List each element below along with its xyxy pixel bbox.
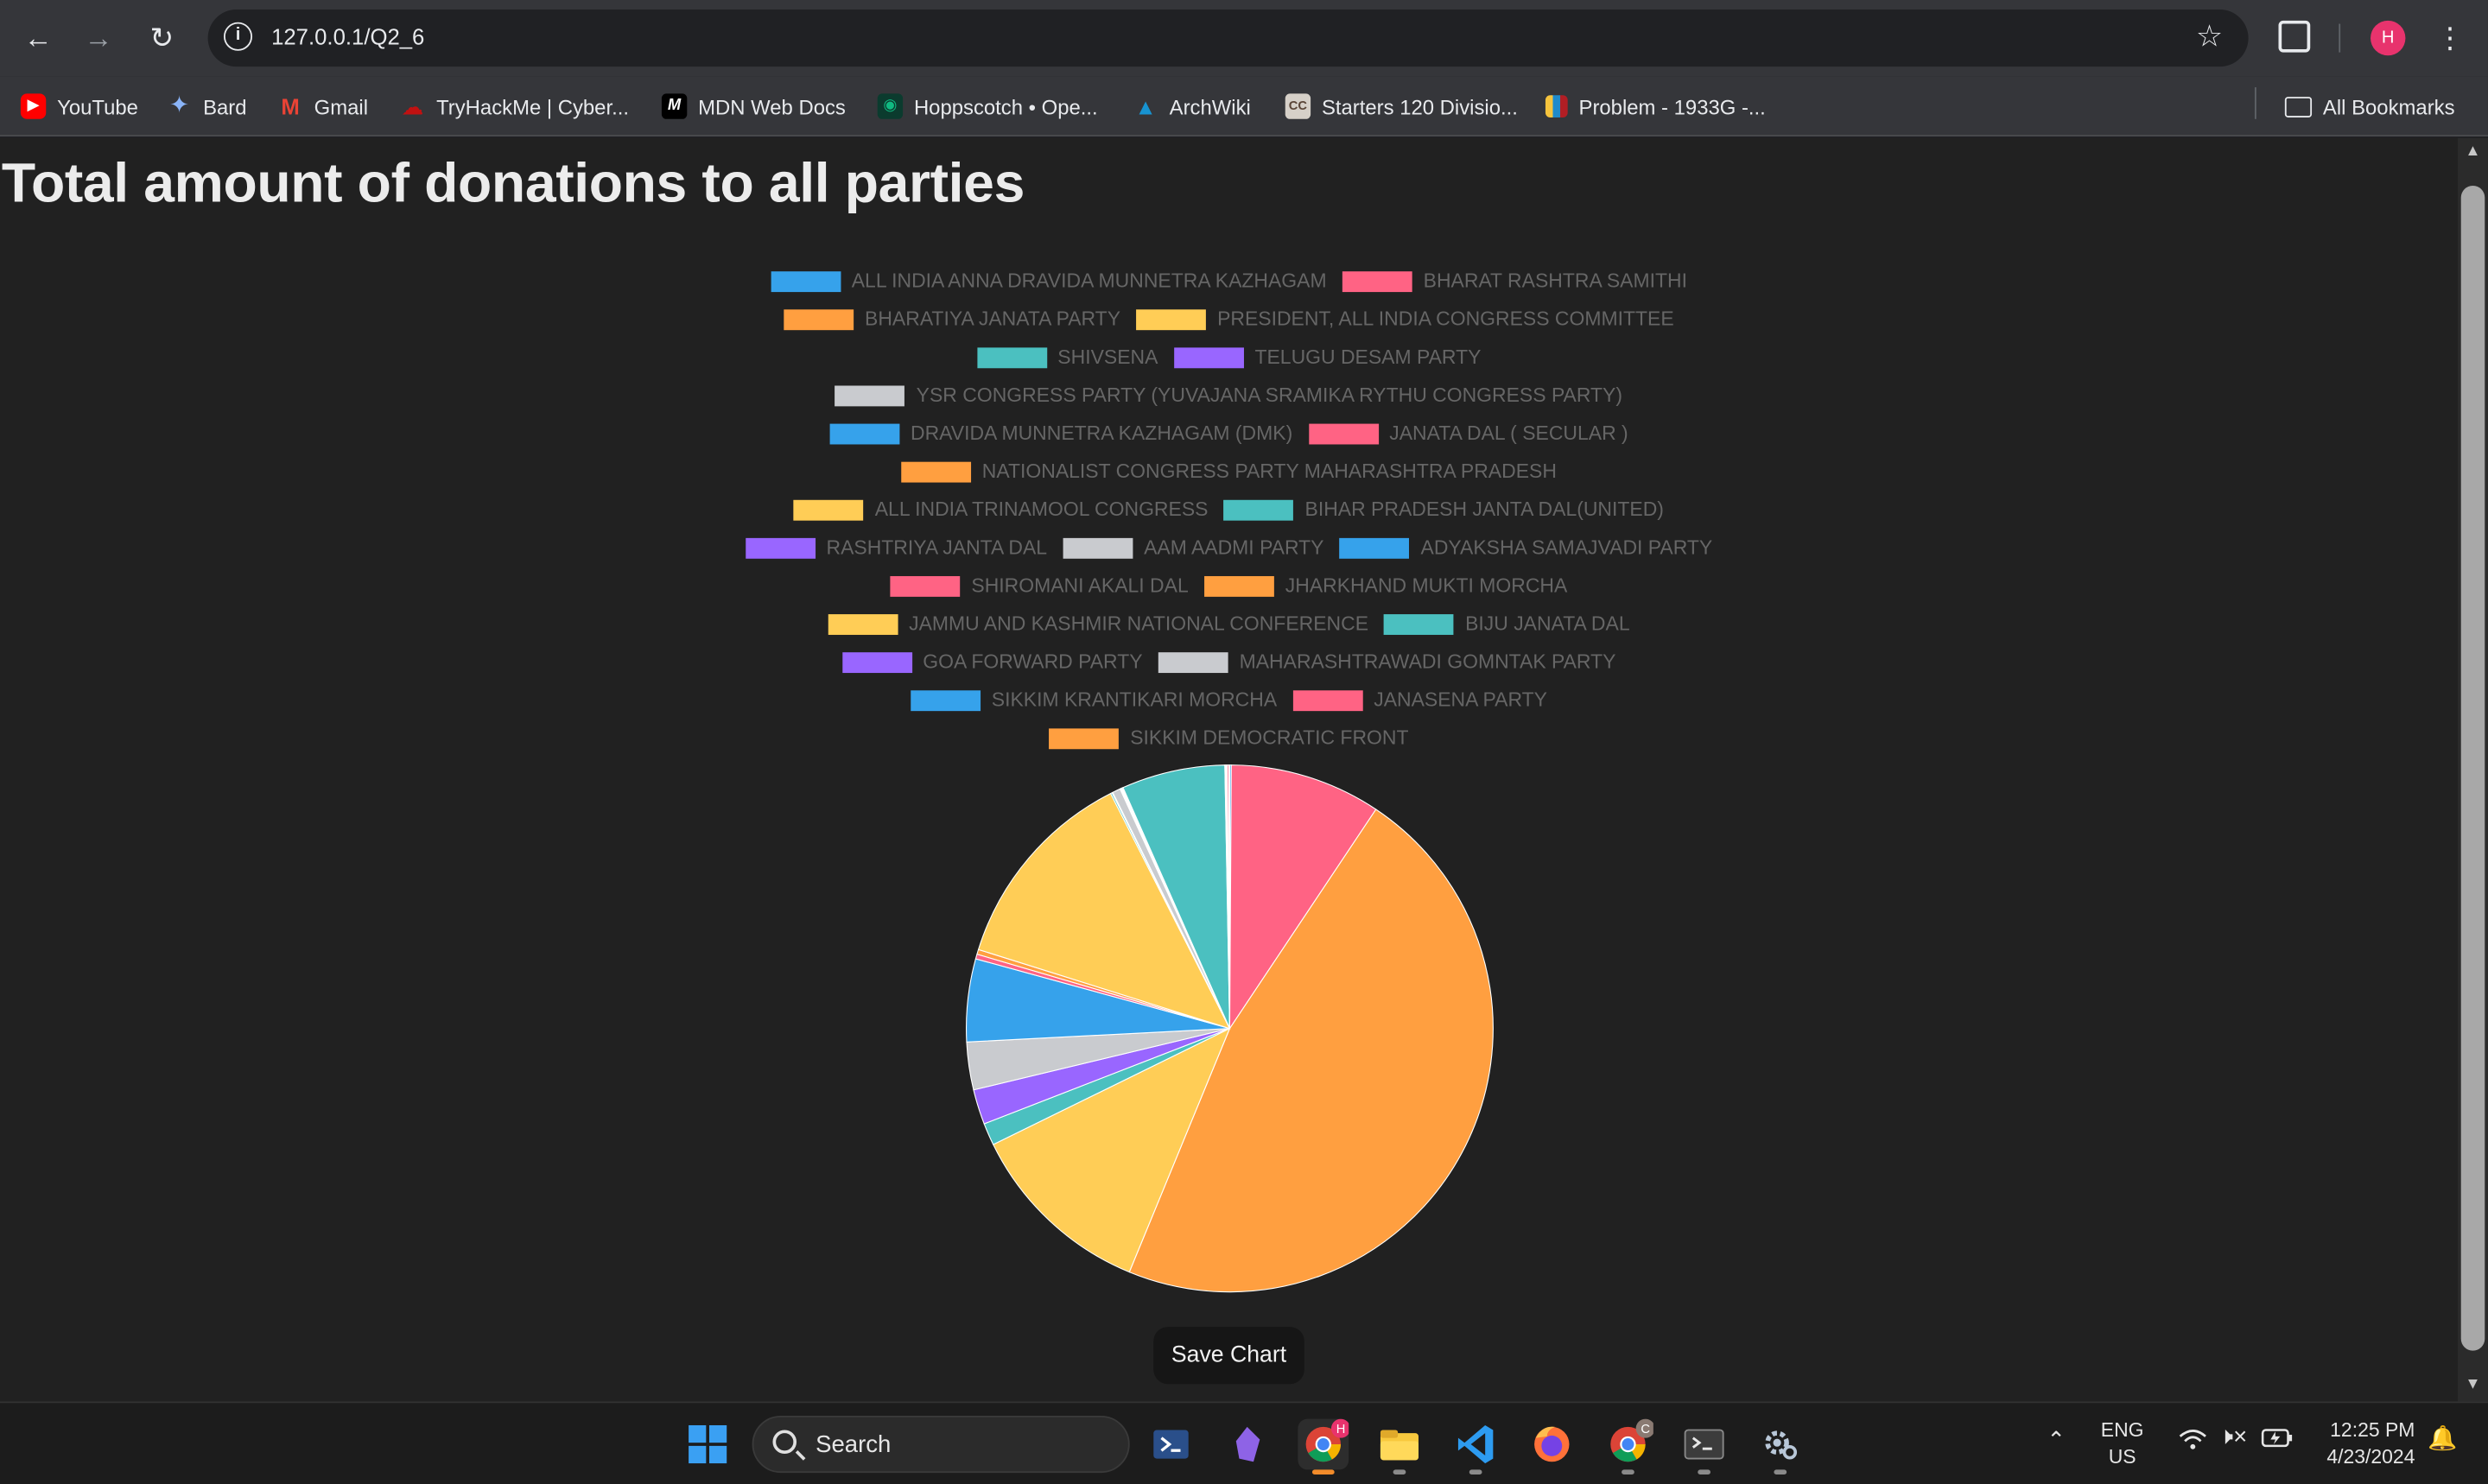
toolbar-divider — [2339, 23, 2341, 53]
bookmark-gmail[interactable]: M Gmail — [277, 91, 368, 123]
browser-toolbar: ← → ↻ i 127.0.0.1/Q2_6 ☆ H ⋮ — [0, 0, 2488, 77]
mdn-icon: M — [661, 93, 688, 119]
clock-date: 4/23/2024 — [2326, 1445, 2415, 1468]
running-app-indicator — [1622, 1469, 1634, 1474]
svg-text:C: C — [1641, 1423, 1650, 1436]
page-content: Total amount of donations to all parties… — [0, 137, 2459, 1402]
bookmarks-bar: ▶ YouTube ✦ Bard M Gmail ☁ TryHackMe | Cyber… — [0, 76, 2488, 137]
chrome-profile-c-icon[interactable]: C — [1603, 1418, 1655, 1474]
language-indicator[interactable]: ENG US — [2101, 1417, 2144, 1471]
bard-sparkle-icon: ✦ — [168, 92, 190, 119]
terminal-icon[interactable] — [1679, 1419, 1730, 1474]
running-app-indicator — [1469, 1469, 1482, 1474]
windows-start-icon[interactable] — [682, 1419, 733, 1470]
bookmark-hoppscotch[interactable]: ◉ Hoppscotch • Ope... — [877, 91, 1098, 123]
profile-avatar[interactable]: H — [2371, 20, 2406, 56]
pie-chart — [966, 764, 1494, 1293]
scrollbar-thumb[interactable] — [2460, 185, 2485, 1351]
powershell-icon[interactable] — [1146, 1419, 1196, 1470]
url-text[interactable]: 127.0.0.1/Q2_6 — [271, 24, 424, 49]
scroll-down-arrow-icon[interactable]: ▼ — [2463, 1376, 2484, 1395]
bookmark-mdn[interactable]: M MDN Web Docs — [661, 91, 846, 123]
bookmark-codeforces[interactable]: Problem - 1933G -... — [1545, 91, 1766, 123]
extensions-puzzle-icon[interactable] — [2278, 20, 2311, 53]
wifi-icon[interactable] — [2179, 1427, 2207, 1461]
bookmark-youtube[interactable]: ▶ YouTube — [20, 91, 138, 123]
codechef-icon: CC — [1285, 93, 1311, 119]
taskbar-search-label: Search — [816, 1431, 892, 1459]
clock[interactable]: 12:25 PM 4/23/2024 — [2310, 1417, 2415, 1471]
os-taskbar: Search H C ⌃ ENG US 🕨× 12:25 PM 4/23/202… — [0, 1401, 2488, 1484]
codeforces-icon — [1545, 95, 1568, 117]
bookmark-tryhackme[interactable]: ☁ TryHackMe | Cyber... — [400, 91, 629, 123]
clock-time: 12:25 PM — [2330, 1418, 2415, 1442]
bookmark-archwiki[interactable]: ▲ ArchWiki — [1133, 91, 1250, 123]
hoppscotch-icon: ◉ — [877, 93, 904, 119]
address-bar[interactable]: i 127.0.0.1/Q2_6 ☆ — [207, 10, 2249, 67]
scroll-up-arrow-icon[interactable]: ▲ — [2463, 143, 2484, 162]
folder-icon — [2284, 96, 2313, 117]
notification-bell-icon[interactable]: 🔔 — [2428, 1425, 2457, 1452]
svg-text:H: H — [1336, 1423, 1346, 1436]
file-explorer-icon[interactable] — [1374, 1419, 1425, 1474]
firefox-icon[interactable] — [1526, 1419, 1577, 1470]
running-app-indicator — [1698, 1469, 1710, 1474]
running-app-indicator — [1393, 1469, 1406, 1474]
forward-arrow-icon[interactable]: → — [78, 17, 119, 59]
active-app-indicator — [1311, 1469, 1335, 1474]
region-code: US — [2108, 1445, 2136, 1468]
bookmark-star-icon[interactable]: ☆ — [2196, 19, 2223, 55]
search-icon — [772, 1430, 797, 1455]
reload-icon[interactable]: ↻ — [141, 17, 182, 59]
taskbar-search[interactable]: Search — [752, 1415, 1130, 1474]
tryhackme-icon: ☁ — [401, 93, 424, 119]
back-arrow-icon[interactable]: ← — [17, 17, 59, 59]
youtube-icon: ▶ — [20, 93, 47, 119]
battery-charging-icon[interactable] — [2261, 1427, 2293, 1457]
bookmark-codechef[interactable]: CC Starters 120 Divisio... — [1285, 91, 1518, 123]
browser-menu-icon[interactable]: ⋮ — [2435, 19, 2464, 57]
save-chart-button[interactable]: Save Chart — [1153, 1327, 1304, 1385]
obsidian-icon[interactable] — [1222, 1419, 1273, 1470]
site-info-icon[interactable]: i — [223, 22, 253, 51]
chrome-profile-h-icon[interactable]: H — [1298, 1418, 1351, 1474]
page-scrollbar[interactable]: ▲ ▼ — [2458, 137, 2488, 1402]
archlinux-icon: ▲ — [1134, 93, 1157, 119]
language-code: ENG — [2100, 1418, 2144, 1442]
settings-gear-icon[interactable] — [1755, 1419, 1806, 1474]
bookmarks-divider — [2254, 87, 2256, 119]
tray-overflow-chevron-icon[interactable]: ⌃ — [2047, 1427, 2066, 1454]
vscode-icon[interactable] — [1450, 1419, 1501, 1474]
volume-muted-icon[interactable]: 🕨× — [2218, 1424, 2247, 1450]
all-bookmarks[interactable]: All Bookmarks — [2284, 91, 2455, 123]
bookmark-bard[interactable]: ✦ Bard — [167, 91, 247, 123]
running-app-indicator — [1774, 1469, 1787, 1474]
gmail-icon: M — [281, 93, 300, 119]
